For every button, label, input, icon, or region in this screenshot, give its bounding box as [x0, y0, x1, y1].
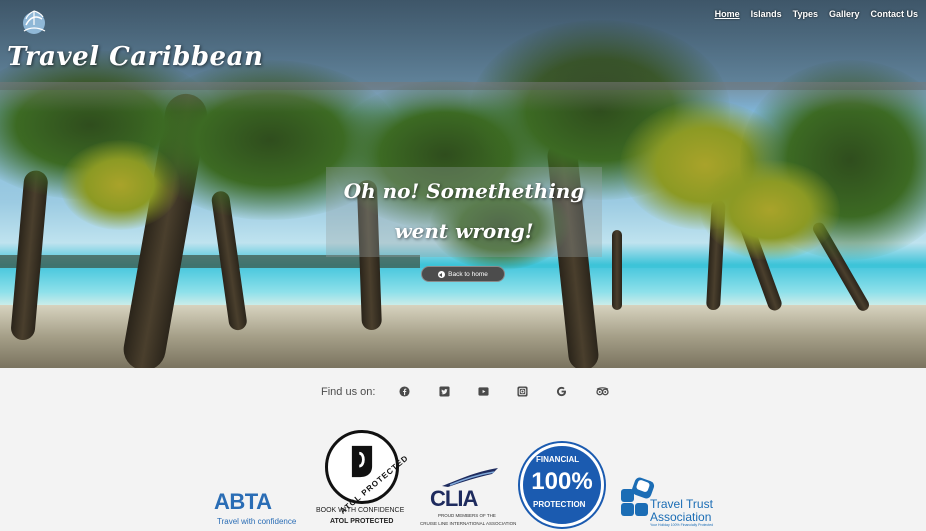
abta-logo[interactable]: ABTA: [214, 489, 272, 515]
nav-home[interactable]: Home: [715, 9, 740, 19]
tta-line-2: Association: [650, 510, 712, 524]
atol-line-1: BOOK WITH CONFIDENCE: [316, 507, 405, 514]
nav-gallery[interactable]: Gallery: [829, 9, 860, 19]
nav-types[interactable]: Types: [793, 9, 818, 19]
google-icon[interactable]: [556, 386, 567, 397]
site-logo[interactable]: [18, 5, 50, 35]
error-message: Oh no! Somethething went wrong!: [326, 171, 602, 251]
brand-title[interactable]: Travel Caribbean: [7, 42, 263, 72]
atol-line-2: ATOL PROTECTED: [330, 518, 394, 525]
youtube-icon[interactable]: [478, 386, 489, 397]
back-to-home-button[interactable]: Back to home: [421, 266, 505, 282]
twitter-icon[interactable]: [439, 386, 450, 397]
palm-logo-icon: [23, 10, 46, 34]
tta-line-3: Your Holiday 100% Financially Protected: [650, 523, 714, 527]
financial-bottom-text: PROTECTION: [533, 500, 586, 509]
main-nav: Home Islands Types Gallery Contact Us: [715, 9, 918, 19]
instagram-icon[interactable]: [517, 386, 528, 397]
financial-top-text: FINANCIAL: [536, 455, 580, 464]
distant-land: [0, 255, 420, 269]
header-fade: [0, 82, 926, 112]
error-line-2: went wrong!: [394, 219, 534, 243]
tta-line-1: Travel Trust: [650, 497, 713, 511]
clia-line-1: PROUD MEMBERS OF THE: [438, 513, 496, 518]
nav-islands[interactable]: Islands: [751, 9, 782, 19]
tripadvisor-icon[interactable]: [596, 386, 609, 397]
financial-percent: 100%: [531, 468, 593, 495]
nav-contact-us[interactable]: Contact Us: [870, 9, 918, 19]
back-to-home-label: Back to home: [448, 270, 488, 278]
find-us-label: Find us on:: [321, 386, 376, 398]
palm-fronds: [700, 160, 840, 260]
clia-line-2: CRUISE LINE INTERNATIONAL ASSOCIATION: [420, 521, 517, 526]
abta-tagline: Travel with confidence: [217, 517, 297, 526]
palm-trunk: [612, 230, 622, 310]
facebook-icon[interactable]: [399, 386, 410, 397]
clia-logo[interactable]: CLIA: [430, 486, 478, 512]
error-panel: Oh no! Somethething went wrong!: [326, 167, 602, 257]
error-line-1: Oh no! Somethething: [343, 179, 585, 203]
arrow-left-circle-icon: [438, 270, 446, 278]
